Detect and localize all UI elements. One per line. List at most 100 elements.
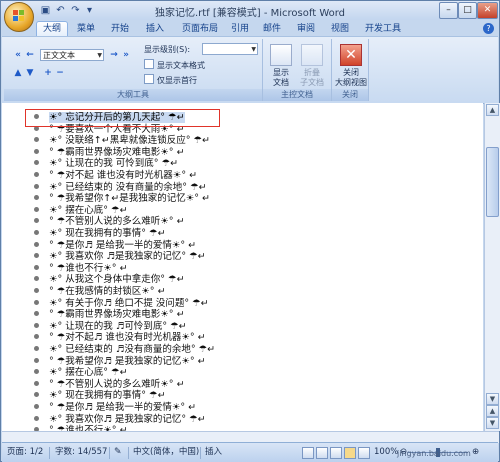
show-text-format-label: 显示文本格式 [157, 61, 205, 70]
close-button[interactable]: ✕ [477, 2, 498, 19]
web-layout-icon[interactable] [330, 447, 342, 459]
outline-view-icon[interactable] [344, 447, 356, 459]
title-bar: ▣ ↶ ↷ ▾ 独家记忆.rtf [兼容模式] - Microsoft Word… [1, 1, 499, 20]
outline-bullet-icon[interactable] [34, 299, 39, 305]
outline-line-text: ☀° 让现在的我 ♬可怜到底° ☂↵ [49, 320, 187, 332]
help-icon[interactable]: ? [483, 23, 494, 34]
outline-bullet-icon[interactable] [34, 415, 39, 421]
collapse-icon[interactable]: − [54, 67, 66, 79]
zoom-in-icon[interactable]: ⊕ [472, 446, 479, 459]
vertical-scrollbar[interactable]: ▲ ▼ ▲ ▼ [484, 103, 500, 431]
outline-bullet-icon[interactable] [34, 311, 39, 317]
outline-bullet-icon[interactable] [34, 357, 39, 363]
show-first-line-checkbox[interactable]: 仅显示首行 [144, 74, 197, 85]
tab-home[interactable]: 开始 [105, 22, 135, 36]
outline-bullet-icon[interactable] [34, 137, 39, 143]
proofing-icon[interactable]: ✎ [114, 446, 122, 459]
scroll-thumb[interactable] [486, 147, 499, 217]
tab-references[interactable]: 引用 [226, 22, 254, 36]
move-up-icon[interactable]: ▲ [12, 67, 24, 79]
move-down-icon[interactable]: ▼ [24, 67, 36, 79]
outline-bullet-icon[interactable] [34, 369, 39, 375]
promote-to-heading1-icon[interactable]: « [12, 49, 24, 61]
prev-page-icon[interactable]: ▲ [486, 405, 499, 417]
tab-page-layout[interactable]: 页面布局 [177, 22, 223, 36]
outline-bullet-icon[interactable] [34, 230, 39, 235]
chevron-down-icon: ▼ [97, 52, 102, 59]
draft-view-icon[interactable] [358, 447, 370, 459]
outline-line-text: ☀° 现在我拥有的事情° ☂↵ [49, 390, 166, 402]
print-layout-icon[interactable] [302, 447, 314, 459]
outline-bullet-icon[interactable] [34, 183, 39, 189]
language-indicator[interactable]: 中文(简体，中国) [133, 446, 199, 459]
tab-review[interactable]: 审阅 [292, 22, 320, 36]
minimize-button[interactable]: – [439, 2, 458, 19]
outline-line-text: ☀° 摆在心底° ☂↵ [49, 367, 128, 379]
outline-line-text: ° ☂不管别人说的多么难听☀° ↵ [49, 378, 185, 390]
master-document-group-label: 主控文档 [263, 89, 331, 101]
insert-mode[interactable]: 插入 [205, 446, 222, 459]
scroll-up-icon[interactable]: ▲ [486, 104, 499, 116]
outline-bullet-icon[interactable] [34, 322, 39, 328]
tab-menu[interactable]: 菜单 [71, 22, 101, 36]
outline-bullet-icon[interactable] [34, 404, 39, 409]
chevron-down-icon: ▼ [251, 46, 256, 53]
outline-line-text: ° ☂对不起♬ 谁也没有时光机器☀° ↵ [49, 332, 206, 344]
outline-level-combo[interactable]: 正文文本 ▼ [40, 49, 104, 61]
outline-bullet-icon[interactable] [34, 218, 39, 224]
outline-bullet-icon[interactable] [34, 276, 39, 282]
outline-bullet-icon[interactable] [34, 264, 39, 270]
show-level-label: 显示级别(S): [144, 45, 191, 54]
outline-bullet-icon[interactable] [34, 380, 39, 386]
outline-bullet-icon[interactable] [34, 172, 39, 177]
office-logo-icon [13, 10, 25, 22]
outline-line-text: ° ☂霸雨世界像场灾难电影☀° ↵ [49, 146, 185, 158]
outline-line-text: ° ☂谁也不行☀° ↵ [49, 262, 128, 274]
outline-bullet-icon[interactable] [34, 160, 39, 166]
maximize-button[interactable]: □ [458, 2, 477, 19]
outline-bullet-icon[interactable] [34, 334, 39, 340]
promote-icon[interactable]: ← [24, 49, 36, 61]
full-screen-reading-icon[interactable] [316, 447, 328, 459]
expand-icon[interactable]: + [42, 67, 54, 79]
outline-line-text: ☀° 已经结束的 ♬没有商量的余地° ☂↵ [49, 344, 216, 355]
watermark: jingyan.baidu.com [397, 449, 471, 458]
page-count[interactable]: 页面: 1/2 [7, 446, 43, 459]
scroll-down-icon[interactable]: ▼ [486, 393, 499, 405]
tab-view[interactable]: 视图 [326, 22, 354, 36]
close-outline-label-2: 大纲视图 [335, 78, 367, 87]
tab-outline[interactable]: 大纲 [36, 21, 68, 37]
outline-bullet-icon[interactable] [34, 241, 39, 247]
show-level-combo[interactable]: ▼ [202, 43, 258, 55]
tab-mailings[interactable]: 邮件 [258, 22, 286, 36]
subdocument-icon [301, 44, 323, 66]
outline-bullet-icon[interactable] [34, 392, 39, 398]
outline-bullet-icon[interactable] [34, 195, 39, 201]
outline-bullet-icon[interactable] [34, 346, 39, 351]
document-icon [270, 44, 292, 66]
next-page-icon[interactable]: ▼ [486, 417, 499, 429]
window-title: 独家记忆.rtf [兼容模式] - Microsoft Word [154, 8, 346, 19]
tab-insert[interactable]: 插入 [140, 22, 170, 36]
outline-bullet-icon[interactable] [34, 148, 39, 154]
demote-to-body-icon[interactable]: » [120, 49, 132, 61]
close-outline-view-button[interactable]: ✕ 关闭 大纲视图 [334, 44, 368, 88]
collapse-subdocs-label-1: 折叠 [304, 68, 320, 77]
show-text-format-checkbox[interactable]: 显示文本格式 [144, 59, 205, 70]
show-document-button[interactable]: 显示 文档 [267, 44, 295, 88]
demote-icon[interactable]: → [108, 49, 120, 61]
tab-developer[interactable]: 开发工具 [361, 22, 405, 36]
outline-bullet-icon[interactable] [34, 253, 39, 259]
outline-line-text: ° ☂在我感情的封锁区☀° ↵ [49, 286, 166, 297]
show-document-label-1: 显示 [273, 68, 289, 77]
zoom-level[interactable]: 100% [374, 446, 398, 459]
outline-line-text: ☀° 我喜欢你♬ 是我独家的记忆° ☂↵ [49, 413, 206, 425]
ribbon: « ← 正文文本 ▼ → » ▲ ▼ + − 显示级别(S): ▼ 显示文本格式 … [2, 36, 498, 104]
outline-bullet-icon[interactable] [34, 288, 39, 293]
outline-bullet-icon[interactable] [34, 206, 39, 212]
office-button[interactable] [4, 2, 34, 32]
collapse-subdocuments-button[interactable]: 折叠 子文档 [298, 44, 326, 88]
outline-line-text: ☀° 已经结束的 没有商量的余地° ☂↵ [49, 181, 207, 193]
outline-line-text: ☀° 我喜欢你 ♬是我独家的记忆° ☂↵ [49, 251, 206, 263]
word-count[interactable]: 字数: 14/557 [55, 446, 107, 459]
